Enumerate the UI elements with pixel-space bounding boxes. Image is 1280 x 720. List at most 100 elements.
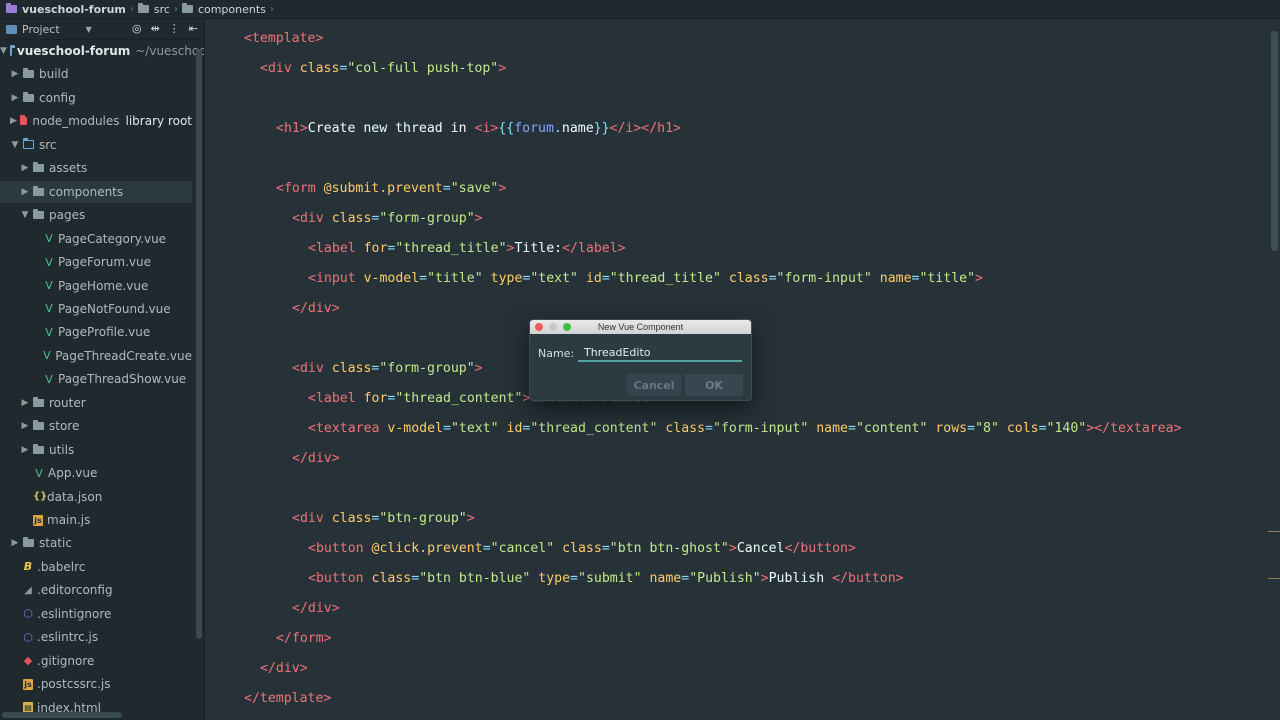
project-view-selector[interactable]: Project [22, 23, 60, 36]
code-line[interactable]: </template> [244, 689, 331, 709]
code-line[interactable]: <form @submit.prevent="save"> [276, 179, 506, 199]
tree-item[interactable]: V PageThreadCreate.vue [0, 345, 192, 367]
code-line[interactable]: </div> [260, 659, 308, 679]
tree-item[interactable]: ▶ components [0, 180, 192, 203]
locate-target-icon[interactable]: ◎ [132, 22, 142, 35]
tree-item[interactable]: V PageProfile.vue [0, 321, 192, 343]
tree-item[interactable]: ▶ node_modules library root [0, 110, 192, 132]
chevron-right-icon[interactable]: ▶ [10, 69, 20, 79]
tree-item[interactable]: V PageCategory.vue [0, 228, 192, 250]
code-line[interactable]: <textarea v-model="text" id="thread_cont… [308, 419, 1182, 439]
tree-item[interactable]: B .babelrc [0, 556, 192, 578]
breadcrumb-item-src[interactable]: src [137, 3, 170, 16]
zoom-window-icon[interactable] [563, 323, 571, 331]
code-line[interactable]: <label for="thread_title">Title:</label> [308, 239, 626, 259]
tree-item[interactable]: ▶ router [0, 392, 192, 414]
new-vue-component-dialog: New Vue Component Name: Cancel OK [529, 319, 752, 401]
breadcrumb-label: vueschool-forum [22, 2, 126, 16]
code-token: > [474, 211, 483, 226]
tree-item[interactable]: ▼ pages [0, 204, 192, 226]
chevron-down-icon[interactable]: ▼ [0, 46, 7, 56]
more-options-icon[interactable]: ⋮ [169, 22, 180, 35]
tree-item-label: PageProfile.vue [58, 325, 151, 340]
code-line[interactable]: </form> [276, 629, 332, 649]
chevron-right-icon[interactable]: ▶ [10, 93, 20, 103]
library-root-label: library root [125, 114, 192, 129]
code-token: "form-input" [713, 421, 817, 436]
chevron-right-icon[interactable]: ▶ [20, 163, 30, 173]
code-token: name [816, 421, 848, 436]
tree-item[interactable]: ⬡ .eslintrc.js [0, 626, 192, 648]
tree-item[interactable]: ▶ utils [0, 439, 192, 461]
chevron-right-icon[interactable]: ▶ [20, 445, 30, 455]
breadcrumb-item-project[interactable]: vueschool-forum [6, 3, 126, 16]
tree-item[interactable]: ▼ src [0, 134, 192, 156]
code-line[interactable]: <input v-model="title" type="text" id="t… [308, 269, 983, 289]
tree-item[interactable]: ▶ store [0, 415, 192, 437]
chevron-right-icon[interactable]: ▶ [10, 116, 17, 126]
code-token: <button [308, 571, 372, 586]
code-token: <h1> [276, 121, 308, 136]
sidebar-scrollbar[interactable] [196, 49, 202, 639]
code-token: <div [260, 61, 300, 76]
dialog-titlebar[interactable]: New Vue Component [530, 320, 751, 334]
code-token: "btn btn-ghost" [609, 541, 729, 556]
chevron-right-icon: › [129, 3, 134, 15]
tree-item[interactable]: ▶ static [0, 532, 192, 554]
minimize-window-icon[interactable] [549, 323, 557, 331]
tree-item[interactable]: {} data.json [0, 486, 192, 508]
code-line[interactable]: <h1>Create new thread in <i>{{forum.name… [276, 119, 681, 139]
chevron-down-icon[interactable]: ▼ [20, 210, 30, 220]
ok-button[interactable]: OK [685, 374, 743, 396]
code-line[interactable]: </div> [292, 599, 340, 619]
tree-item[interactable]: js main.js [0, 509, 192, 531]
tree-item[interactable]: ⬡ .eslintignore [0, 603, 192, 625]
tree-item[interactable]: V PageForum.vue [0, 251, 192, 273]
code-token: id [506, 421, 523, 436]
scroll-marker [1268, 531, 1280, 532]
chevron-right-icon[interactable]: ▶ [10, 538, 20, 548]
code-line[interactable]: <button @click.prevent="cancel" class="b… [308, 539, 856, 559]
dropdown-arrow-icon[interactable]: ▼ [86, 25, 92, 34]
tree-item[interactable]: ◆ .gitignore [0, 650, 192, 672]
collapse-all-icon[interactable]: ⇹ [151, 22, 160, 35]
tree-item[interactable]: V PageHome.vue [0, 275, 192, 297]
tree-item[interactable]: ▶ config [0, 87, 192, 109]
code-line[interactable]: <div class="form-group"> [292, 359, 483, 379]
chevron-down-icon[interactable]: ▼ [10, 140, 20, 150]
code-token: <input [308, 271, 364, 286]
tree-item[interactable]: ◢ .editorconfig [0, 579, 192, 601]
tree-item[interactable]: ▶ assets [0, 157, 192, 179]
code-line[interactable]: <template> [244, 29, 323, 49]
component-name-input[interactable] [578, 344, 742, 362]
tree-item[interactable]: V PageNotFound.vue [0, 298, 192, 320]
code-line[interactable]: </div> [292, 299, 340, 319]
code-line[interactable]: <div class="form-group"> [292, 209, 483, 229]
breadcrumb-item-components[interactable]: components [181, 3, 266, 16]
chevron-right-icon[interactable]: ▶ [20, 187, 30, 197]
code-token: v-model [363, 271, 420, 286]
tree-item[interactable]: ▶ build [0, 63, 192, 85]
hide-panel-icon[interactable]: ⇤ [189, 22, 198, 35]
sidebar-horizontal-scrollbar[interactable] [2, 712, 122, 718]
code-token: = [847, 421, 856, 436]
code-token: class [299, 61, 340, 76]
tree-root-row[interactable]: ▼ vueschool-forum ~/vueschoo [0, 40, 204, 62]
code-token: for [363, 391, 388, 406]
code-line[interactable]: </div> [292, 449, 340, 469]
tree-item[interactable]: V PageThreadShow.vue [0, 368, 192, 390]
code-line[interactable]: <div class="btn-group"> [292, 509, 475, 529]
code-token: "btn btn-blue" [419, 571, 539, 586]
code-token: "content" [855, 421, 936, 436]
code-line[interactable]: <div class="col-full push-top"> [260, 59, 506, 79]
editor-scrollbar[interactable] [1271, 31, 1278, 251]
chevron-right-icon[interactable]: ▶ [20, 421, 30, 431]
cancel-button[interactable]: Cancel [627, 374, 681, 396]
code-line[interactable]: <button class="btn btn-blue" type="submi… [308, 569, 904, 589]
code-token: class [728, 271, 769, 286]
tree-item[interactable]: js .postcssrc.js [0, 673, 192, 695]
tree-item[interactable]: V App.vue [0, 462, 192, 484]
code-token: > [474, 361, 483, 376]
close-window-icon[interactable] [535, 323, 543, 331]
chevron-right-icon[interactable]: ▶ [20, 398, 30, 408]
